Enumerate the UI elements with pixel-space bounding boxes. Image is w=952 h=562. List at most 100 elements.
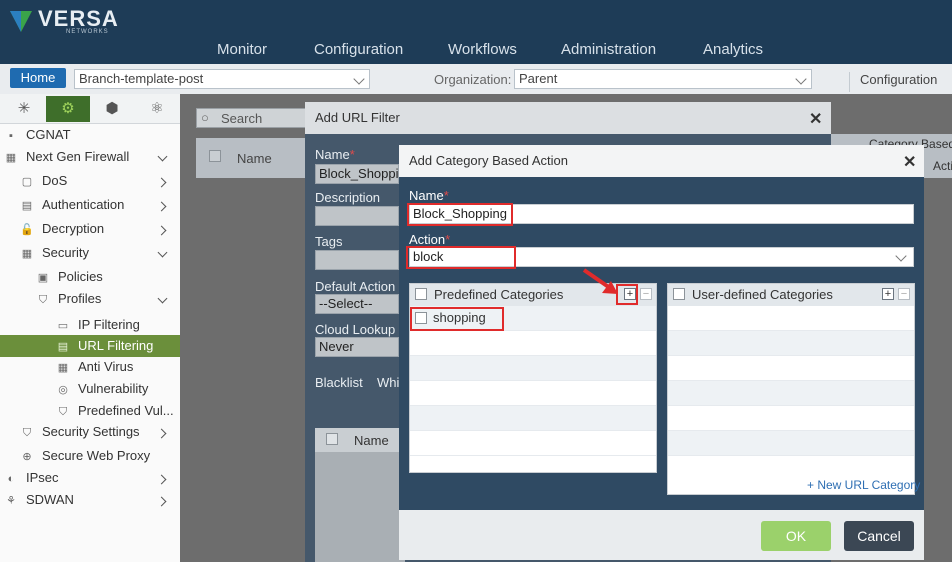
sidebar-item-label: CGNAT xyxy=(26,127,71,142)
action-label: Action* xyxy=(409,232,451,247)
sidebar-item-label: Security xyxy=(42,245,89,260)
nav-administration[interactable]: Administration xyxy=(561,41,656,58)
sidebar-item-profiles[interactable]: ⛉ Profiles xyxy=(36,288,101,310)
tab-whitelist[interactable]: Whi xyxy=(377,375,399,390)
list-item xyxy=(668,356,914,381)
search-icon: ○ xyxy=(201,110,209,125)
url-filter-name-field[interactable]: Block_Shoppin xyxy=(315,164,399,184)
nav-analytics[interactable]: Analytics xyxy=(703,41,763,58)
sidebar-item-anti-virus[interactable]: ▦ Anti Virus xyxy=(56,356,134,378)
remove-icon[interactable]: − xyxy=(898,288,910,300)
add-icon[interactable]: + xyxy=(882,288,894,300)
policy-icon: ▣ xyxy=(37,272,49,284)
category-name-label: Name* xyxy=(409,188,449,203)
sidebar-item-next-gen-firewall[interactable]: ▦ Next Gen Firewall xyxy=(4,146,130,168)
sidebar-item-decryption[interactable]: 🔓 Decryption xyxy=(20,218,104,240)
configuration-breadcrumb[interactable]: Configuration xyxy=(849,72,952,92)
select-all-checkbox[interactable] xyxy=(209,150,221,162)
sidebar-item-policies[interactable]: ▣ Policies xyxy=(36,266,103,288)
search-input[interactable]: ○ Search xyxy=(196,108,306,128)
cgnat-icon: ▪ xyxy=(9,130,13,142)
sdwan-icon: ⚘ xyxy=(6,495,16,507)
sidebar-item-sdwan[interactable]: ⚘ SDWAN xyxy=(4,489,74,511)
grid-select-all-checkbox[interactable] xyxy=(326,433,338,445)
network-icon[interactable]: ✳ xyxy=(10,96,38,122)
predefined-select-all-checkbox[interactable] xyxy=(415,288,427,300)
sidebar-item-secure-web-proxy[interactable]: ⊕ Secure Web Proxy xyxy=(20,445,150,467)
list-item xyxy=(668,306,914,331)
organization-label: Organization: xyxy=(434,72,512,87)
sidebar-item-dos[interactable]: ▢ DoS xyxy=(20,170,68,192)
gear-icon[interactable]: ⚙ xyxy=(46,96,90,122)
grid-column-name: Name xyxy=(354,433,389,448)
close-icon[interactable]: ✕ xyxy=(903,152,916,172)
highlight-box xyxy=(410,307,504,331)
sidebar-item-label: Security Settings xyxy=(42,424,140,439)
nav-monitor[interactable]: Monitor xyxy=(217,41,267,58)
nav-workflows[interactable]: Workflows xyxy=(448,41,517,58)
ok-button[interactable]: OK xyxy=(761,521,831,551)
sidebar-item-cgnat[interactable]: ▪ CGNAT xyxy=(4,124,71,146)
default-action-label: Default Action xyxy=(315,279,396,294)
sidebar-item-label: SDWAN xyxy=(26,492,74,507)
sidebar-item-url-filtering[interactable]: ▤ URL Filtering xyxy=(56,335,154,357)
background-grid-header: Name xyxy=(196,138,306,178)
remove-icon[interactable]: − xyxy=(640,288,652,300)
organization-select-value: Parent xyxy=(519,71,558,86)
shield-icon: ⛉ xyxy=(58,406,68,418)
virus-icon: ▦ xyxy=(57,362,69,374)
list-item xyxy=(410,406,656,431)
list-item xyxy=(410,356,656,381)
add-category-action-title: Add Category Based Action xyxy=(409,153,568,168)
chevron-down-icon xyxy=(353,73,365,85)
name-label: Name* xyxy=(315,147,355,162)
auth-icon: ▤ xyxy=(21,200,33,212)
list-item xyxy=(668,431,914,456)
sidebar-item-ip-filtering[interactable]: ▭ IP Filtering xyxy=(56,314,140,336)
highlight-box xyxy=(406,246,516,269)
security-icon: ▦ xyxy=(21,248,33,260)
close-icon[interactable]: ✕ xyxy=(809,109,822,129)
tab-blacklist[interactable]: Blacklist xyxy=(315,375,363,390)
services-icon[interactable]: ⚛ xyxy=(143,96,171,122)
sidebar-item-label: Decryption xyxy=(42,221,105,236)
new-url-category-link[interactable]: + New URL Category xyxy=(807,478,920,492)
predefined-categories-title: Predefined Categories xyxy=(434,287,564,302)
organization-select[interactable]: Parent xyxy=(514,69,812,89)
cube-icon[interactable]: ⬢ xyxy=(98,96,126,122)
cancel-button[interactable]: Cancel xyxy=(844,521,914,551)
list-item xyxy=(410,331,656,356)
list-item xyxy=(410,431,656,456)
sidebar-item-authentication[interactable]: ▤ Authentication xyxy=(20,194,125,216)
dos-icon: ▢ xyxy=(21,176,33,188)
description-label: Description xyxy=(315,190,381,205)
sidebar-item-predefined-vul[interactable]: ⛉ Predefined Vul... xyxy=(56,400,174,422)
monitor-icon: ▭ xyxy=(57,320,69,332)
sidebar-item-security-settings[interactable]: ⛉ Security Settings xyxy=(20,421,140,443)
chevron-down-icon xyxy=(795,73,807,85)
sidebar-item-label: Profiles xyxy=(58,291,102,306)
cloud-lookup-select[interactable]: Never xyxy=(315,337,399,357)
sidebar-item-label: Predefined Vul... xyxy=(78,403,174,418)
sidebar-item-label: URL Filtering xyxy=(78,338,154,353)
sidebar-item-security[interactable]: ▦ Security xyxy=(20,242,89,264)
cloud-lookup-label: Cloud Lookup M xyxy=(315,322,410,337)
column-name: Name xyxy=(237,151,272,166)
red-arrow-icon xyxy=(582,268,618,294)
nav-configuration[interactable]: Configuration xyxy=(314,41,403,58)
list-item xyxy=(410,381,656,406)
template-select[interactable]: Branch-template-post xyxy=(74,69,370,89)
default-action-select[interactable]: --Select-- xyxy=(315,294,399,314)
tags-label: Tags xyxy=(315,234,343,249)
home-button[interactable]: Home xyxy=(10,68,66,88)
description-field[interactable] xyxy=(315,206,399,226)
url-filter-grid: Name xyxy=(315,428,405,562)
settings-icon: ⛉ xyxy=(22,427,32,439)
tags-field[interactable] xyxy=(315,250,399,270)
sidebar-item-vulnerability[interactable]: ◎ Vulnerability xyxy=(56,378,148,400)
sidebar-item-label: IPsec xyxy=(26,470,59,485)
shield-icon: ⛉ xyxy=(38,294,48,306)
user-defined-select-all-checkbox[interactable] xyxy=(673,288,685,300)
sidebar-item-label: IP Filtering xyxy=(78,317,140,332)
sidebar-item-ipsec[interactable]: ◐ IPsec xyxy=(4,467,59,489)
